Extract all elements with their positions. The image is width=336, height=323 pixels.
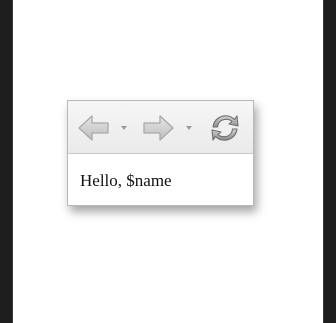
- back-button[interactable]: [76, 112, 112, 144]
- dropdown-triangle-icon: [186, 126, 192, 130]
- app-window: Hello, $name: [12, 0, 324, 323]
- refresh-button[interactable]: [207, 112, 243, 144]
- refresh-icon: [211, 115, 239, 141]
- forward-arrow-icon: [143, 115, 174, 141]
- page-content: Hello, $name: [68, 154, 253, 205]
- forward-button[interactable]: [140, 112, 176, 144]
- navigation-toolbar: [68, 101, 253, 154]
- browser-widget: Hello, $name: [67, 100, 254, 206]
- dropdown-triangle-icon: [121, 126, 127, 130]
- back-history-dropdown[interactable]: [119, 112, 129, 144]
- back-arrow-icon: [78, 115, 109, 141]
- forward-history-dropdown[interactable]: [184, 112, 194, 144]
- greeting-text: Hello, $name: [80, 171, 172, 190]
